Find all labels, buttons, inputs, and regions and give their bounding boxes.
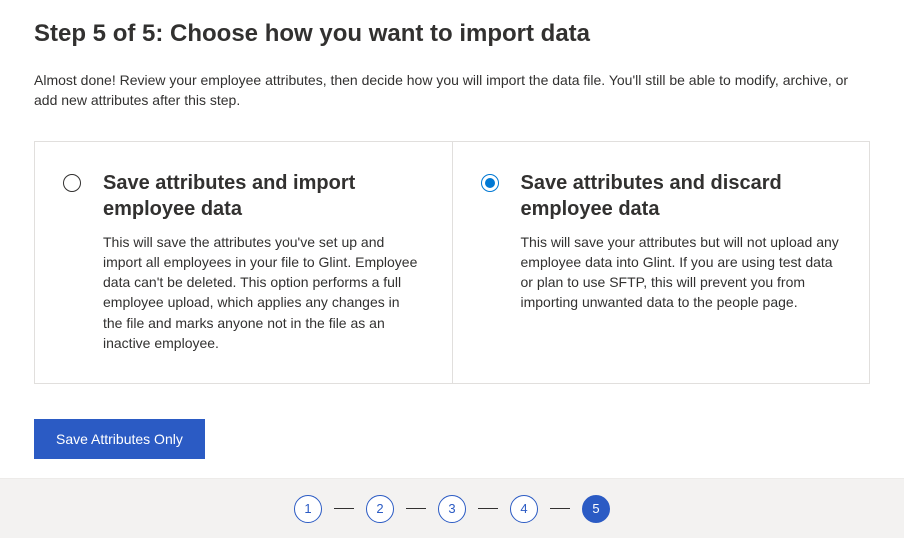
option-save-and-import[interactable]: Save attributes and import employee data… bbox=[35, 142, 453, 384]
option-description-discard: This will save your attributes but will … bbox=[521, 232, 840, 313]
step-connector bbox=[334, 508, 354, 509]
step-2[interactable]: 2 bbox=[366, 495, 394, 523]
page-title: Step 5 of 5: Choose how you want to impo… bbox=[34, 20, 870, 48]
option-description-import: This will save the attributes you've set… bbox=[103, 232, 422, 354]
step-1[interactable]: 1 bbox=[294, 495, 322, 523]
option-title-import: Save attributes and import employee data bbox=[103, 170, 422, 222]
step-connector bbox=[406, 508, 426, 509]
step-connector bbox=[478, 508, 498, 509]
radio-selected-icon bbox=[485, 178, 495, 188]
radio-save-and-discard[interactable] bbox=[481, 174, 499, 192]
radio-save-and-import[interactable] bbox=[63, 174, 81, 192]
step-4[interactable]: 4 bbox=[510, 495, 538, 523]
step-3[interactable]: 3 bbox=[438, 495, 466, 523]
options-container: Save attributes and import employee data… bbox=[34, 141, 870, 385]
step-5[interactable]: 5 bbox=[582, 495, 610, 523]
option-save-and-discard[interactable]: Save attributes and discard employee dat… bbox=[453, 142, 870, 384]
save-attributes-button[interactable]: Save Attributes Only bbox=[34, 419, 205, 459]
page-description: Almost done! Review your employee attrib… bbox=[34, 70, 870, 111]
step-connector bbox=[550, 508, 570, 509]
stepper-bar: 1 2 3 4 5 bbox=[0, 478, 904, 538]
option-title-discard: Save attributes and discard employee dat… bbox=[521, 170, 840, 222]
